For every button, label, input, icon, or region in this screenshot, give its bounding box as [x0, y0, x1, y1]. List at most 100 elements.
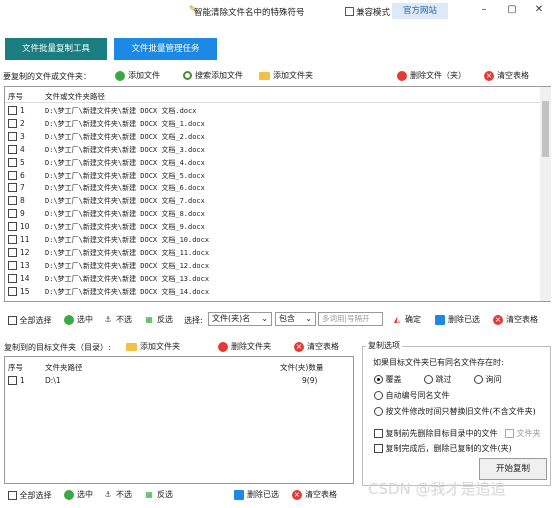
row-index: 4: [20, 144, 25, 154]
row-checkbox[interactable]: [8, 376, 17, 385]
delete-files-button[interactable]: 删除文件（夹）: [397, 70, 466, 81]
checkbox[interactable]: [374, 429, 383, 438]
checkbox[interactable]: [8, 316, 17, 325]
type-select[interactable]: 文件(夹)名 ⌄: [208, 312, 272, 326]
clear-table-button[interactable]: × 清空表格: [484, 70, 529, 81]
row-checkbox[interactable]: [8, 131, 17, 141]
check-icon: [64, 489, 74, 500]
row-path: D:\梦工厂\新建文件夹\新建 DOCX 文档_1.docx: [45, 119, 205, 128]
compat-mode-label[interactable]: 兼容模式: [356, 6, 390, 18]
radio-button[interactable]: [374, 407, 383, 416]
clear-table-button-3[interactable]: × 清空表格: [292, 489, 337, 500]
tab-file-copy-tool[interactable]: 文件批量复制工具: [5, 38, 107, 60]
target-section-label: 复制到的目标文件夹（目录）:: [4, 343, 111, 352]
table-row[interactable]: 1 D:\1 9(9): [5, 374, 353, 388]
table-row[interactable]: 3 D:\梦工厂\新建文件夹\新建 DOCX 文档_2.docx: [5, 130, 540, 143]
window-title: 智能清除文件名中的特殊符号: [194, 8, 305, 18]
select-all-checkbox-2[interactable]: 全部选择: [8, 490, 52, 501]
radio-button[interactable]: [374, 391, 383, 400]
radio-ask[interactable]: 询问: [474, 374, 502, 385]
table-row[interactable]: 2 D:\梦工厂\新建文件夹\新建 DOCX 文档_1.docx: [5, 117, 540, 130]
tab-file-manage-task[interactable]: 文件批量管理任务: [114, 38, 217, 60]
clear-target-table-button[interactable]: × 清空表格: [294, 341, 339, 352]
table-row[interactable]: 15 D:\梦工厂\新建文件夹\新建 DOCX 文档_14.docx: [5, 285, 540, 298]
official-site-button[interactable]: 官方网站: [392, 3, 448, 19]
table-row[interactable]: 7 D:\梦工厂\新建文件夹\新建 DOCX 文档_6.docx: [5, 181, 540, 194]
table-row[interactable]: 1 D:\梦工厂\新建文件夹\新建 DOCX 文档.docx: [5, 104, 540, 117]
table-row[interactable]: 12 D:\梦工厂\新建文件夹\新建 DOCX 文档_11.docx: [5, 246, 540, 259]
confirm-button[interactable]: ◭ 确定: [392, 314, 421, 325]
maximize-icon[interactable]: ▢: [505, 4, 519, 15]
clear-before-checkbox[interactable]: 复制前先删除目标目录中的文件: [374, 428, 498, 439]
close-icon[interactable]: ✕: [532, 4, 546, 15]
scroll-thumb[interactable]: [542, 101, 549, 157]
row-index: 14: [20, 273, 30, 283]
delete-after-checkbox[interactable]: 复制完成后，删除已复制的文件(夹): [374, 443, 512, 454]
add-folder-button[interactable]: 添加文件夹: [259, 70, 313, 81]
add-file-button[interactable]: 添加文件: [115, 70, 160, 81]
radio-button[interactable]: [424, 375, 433, 384]
radio-skip[interactable]: 跳过: [424, 374, 452, 385]
table-row[interactable]: 13 D:\梦工厂\新建文件夹\新建 DOCX 文档_12.docx: [5, 259, 540, 272]
col-path-header: 文件夹路径: [45, 363, 83, 372]
row-checkbox[interactable]: [8, 196, 17, 206]
row-checkbox[interactable]: [8, 183, 17, 193]
table-row[interactable]: 4 D:\梦工厂\新建文件夹\新建 DOCX 文档_3.docx: [5, 143, 540, 156]
checkbox[interactable]: [8, 491, 17, 500]
anchor-icon: ⚓: [104, 314, 112, 324]
start-copy-button[interactable]: 开始复制: [479, 458, 547, 480]
select-button[interactable]: 选中: [64, 314, 93, 325]
row-checkbox[interactable]: [8, 260, 17, 270]
radio-auto-rename[interactable]: 自动编号同名文件: [374, 390, 450, 401]
row-checkbox[interactable]: [8, 118, 17, 128]
invert-button[interactable]: ▦ 反选: [144, 314, 173, 325]
row-count: 9(9): [302, 376, 318, 385]
select-button-2[interactable]: 选中: [64, 489, 93, 500]
compat-mode-checkbox[interactable]: [345, 7, 354, 16]
unselect-button-2[interactable]: ⚓ 不选: [103, 489, 132, 500]
clear-table-button-2[interactable]: × 清空表格: [493, 314, 538, 325]
table-header: 序号 文件或文件夹路径: [5, 87, 540, 103]
radio-button[interactable]: [474, 375, 483, 384]
row-checkbox[interactable]: [8, 222, 17, 232]
row-checkbox[interactable]: [8, 273, 17, 283]
select-all-checkbox[interactable]: 全部选择: [8, 315, 52, 326]
delete-target-folder-button[interactable]: 删除文件夹: [218, 341, 271, 352]
minus-icon: [218, 341, 228, 352]
keyword-input[interactable]: 多词用|号隔开: [318, 312, 383, 326]
minimize-icon[interactable]: –: [477, 4, 491, 15]
vertical-scrollbar[interactable]: [540, 87, 551, 301]
table-row[interactable]: 5 D:\梦工厂\新建文件夹\新建 DOCX 文档_4.docx: [5, 156, 540, 169]
add-target-folder-button[interactable]: 添加文件夹: [126, 341, 180, 352]
match-select[interactable]: 包含 ⌄: [275, 312, 316, 326]
table-row[interactable]: 6 D:\梦工厂\新建文件夹\新建 DOCX 文档_5.docx: [5, 169, 540, 182]
col-index-header: 序号: [8, 92, 23, 101]
row-checkbox[interactable]: [8, 235, 17, 244]
table-row[interactable]: 14 D:\梦工厂\新建文件夹\新建 DOCX 文档_13.docx: [5, 272, 540, 285]
invert-button-2[interactable]: ▦ 反选: [144, 489, 173, 500]
folder-option-checkbox[interactable]: 文件夹: [505, 428, 541, 439]
row-checkbox[interactable]: [8, 247, 17, 257]
checkbox[interactable]: [374, 444, 383, 453]
table-row[interactable]: 10 D:\梦工厂\新建文件夹\新建 DOCX 文档_9.docx: [5, 220, 540, 233]
row-checkbox[interactable]: [8, 209, 17, 219]
search-icon: [183, 71, 192, 80]
radio-button[interactable]: [374, 375, 383, 384]
table-row[interactable]: 8 D:\梦工厂\新建文件夹\新建 DOCX 文档_7.docx: [5, 194, 540, 207]
row-checkbox[interactable]: [8, 106, 17, 115]
delete-selected-button-2[interactable]: 删除已选: [234, 489, 279, 500]
checkbox[interactable]: [505, 429, 514, 438]
radio-replace-older[interactable]: 按文件修改时间只替换旧文件(不含文件夹): [374, 406, 536, 417]
search-add-file-button[interactable]: 搜索添加文件: [183, 70, 243, 81]
unselect-button[interactable]: ⚓ 不选: [103, 314, 132, 325]
delete-selected-button[interactable]: 删除已选: [435, 314, 480, 325]
table-row[interactable]: 11 D:\梦工厂\新建文件夹\新建 DOCX 文档_10.docx: [5, 233, 540, 246]
plus-icon: [115, 70, 125, 81]
row-checkbox[interactable]: [8, 144, 17, 154]
row-checkbox[interactable]: [8, 157, 17, 167]
radio-overwrite[interactable]: 覆盖: [374, 374, 402, 385]
row-checkbox[interactable]: [8, 286, 17, 296]
table-row[interactable]: 9 D:\梦工厂\新建文件夹\新建 DOCX 文档_8.docx: [5, 207, 540, 220]
row-path: D:\梦工厂\新建文件夹\新建 DOCX 文档.docx: [45, 107, 197, 115]
row-checkbox[interactable]: [8, 170, 17, 180]
